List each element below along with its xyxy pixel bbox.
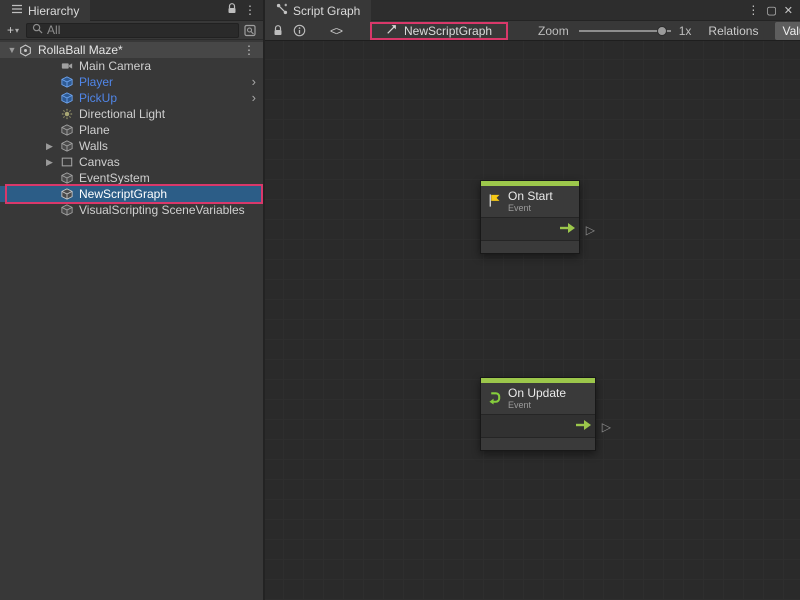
node-subtitle: Event (508, 203, 553, 213)
connection-triangle-icon[interactable]: ▷ (602, 420, 611, 434)
node-header: On Update Event (481, 383, 595, 414)
add-object-button[interactable]: + ▾ (5, 23, 21, 37)
info-icon[interactable] (293, 24, 306, 37)
scene-menu-icon[interactable]: ⋮ (243, 43, 263, 57)
hierarchy-toolbar: + ▾ All (0, 21, 263, 40)
tab-script-graph-label: Script Graph (293, 4, 360, 18)
node-header: On Start Event (481, 186, 579, 217)
prefab-chevron-icon[interactable]: › (252, 93, 263, 103)
node-footer (481, 241, 579, 253)
prefab-cube-icon (60, 91, 74, 105)
node-title: On Start (508, 190, 553, 203)
lock-icon[interactable] (273, 25, 283, 36)
scene-row[interactable]: ▼ RollaBall Maze* ⋮ (0, 42, 263, 58)
zoom-slider-handle[interactable] (657, 26, 667, 36)
node-title: On Update (508, 387, 566, 400)
canvas-icon (60, 155, 74, 169)
connection-triangle-icon[interactable]: ▷ (586, 223, 595, 237)
unity-scene-icon (18, 43, 33, 57)
graph-name-label: NewScriptGraph (404, 24, 492, 38)
item-label: Canvas (79, 155, 120, 169)
node-port-row (481, 414, 595, 438)
expand-arrow-icon[interactable]: ▶ (46, 157, 60, 168)
cube-icon (60, 123, 74, 137)
item-label: Player (79, 75, 113, 89)
hierarchy-menu-icon[interactable]: ⋮ (244, 3, 256, 17)
zoom-label: Zoom (538, 24, 569, 38)
hierarchy-search-input[interactable]: All (26, 23, 239, 38)
close-icon[interactable]: ✕ (784, 4, 793, 17)
search-icon (32, 23, 43, 37)
graph-window-controls: ⋮ ▢ ✕ (747, 0, 800, 20)
loop-icon (487, 390, 502, 408)
hierarchy-item-newscriptgraph[interactable]: NewScriptGraph (0, 186, 263, 202)
caret-down-icon: ▾ (15, 26, 19, 35)
collapse-arrow-icon[interactable]: ▼ (6, 45, 18, 55)
node-on-start[interactable]: On Start Event ▷ (480, 180, 580, 254)
script-graph-icon (276, 3, 288, 18)
zoom-slider[interactable] (579, 24, 671, 38)
graph-tabbar: Script Graph ⋮ ▢ ✕ (265, 0, 800, 21)
graph-asset-icon (386, 23, 398, 38)
hierarchy-tabbar: Hierarchy ⋮ (0, 0, 263, 21)
hierarchy-item-eventsystem[interactable]: EventSystem (0, 170, 263, 186)
scene-name: RollaBall Maze* (38, 43, 123, 57)
maximize-icon[interactable]: ▢ (766, 4, 776, 17)
item-label: EventSystem (79, 171, 150, 185)
hierarchy-item-pickup[interactable]: PickUp › (0, 90, 263, 106)
cube-icon (60, 187, 74, 201)
graph-name-box[interactable]: NewScriptGraph (370, 22, 508, 40)
item-label: Walls (79, 139, 108, 153)
light-icon (60, 107, 74, 121)
search-filter-icon[interactable] (244, 24, 258, 37)
cube-icon (60, 139, 74, 153)
code-icon[interactable]: <> (330, 24, 342, 38)
hierarchy-item-main-camera[interactable]: Main Camera (0, 58, 263, 74)
hierarchy-item-player[interactable]: Player › (0, 74, 263, 90)
tab-script-graph[interactable]: Script Graph (265, 0, 371, 21)
relations-button[interactable]: Relations (701, 22, 765, 40)
graph-menu-icon[interactable]: ⋮ (747, 3, 759, 17)
hierarchy-header-actions: ⋮ (227, 0, 263, 20)
hierarchy-tree: ▼ RollaBall Maze* ⋮ Main Camera P (0, 40, 263, 600)
camera-icon (60, 59, 74, 73)
graph-canvas[interactable]: On Start Event ▷ (265, 41, 800, 600)
item-label: NewScriptGraph (79, 187, 167, 201)
item-label: PickUp (79, 91, 117, 105)
hierarchy-item-directional-light[interactable]: Directional Light (0, 106, 263, 122)
node-subtitle: Event (508, 400, 566, 410)
expand-arrow-icon[interactable]: ▶ (46, 141, 60, 152)
prefab-chevron-icon[interactable]: › (252, 77, 263, 87)
hierarchy-item-canvas[interactable]: ▶ Canvas (0, 154, 263, 170)
tab-hierarchy-label: Hierarchy (28, 4, 79, 18)
plus-icon: + (7, 23, 14, 37)
values-button[interactable]: Values (775, 22, 800, 40)
hierarchy-item-plane[interactable]: Plane (0, 122, 263, 138)
search-placeholder: All (47, 23, 60, 37)
hierarchy-item-visualscripting-scenevariables[interactable]: VisualScripting SceneVariables (0, 202, 263, 218)
script-graph-panel: Script Graph ⋮ ▢ ✕ <> NewScriptGraph (265, 0, 800, 600)
unity-editor: Hierarchy ⋮ + ▾ All (0, 0, 800, 600)
lock-icon[interactable] (227, 3, 237, 17)
hierarchy-list-icon (11, 3, 23, 18)
node-footer (481, 438, 595, 450)
item-label: Main Camera (79, 59, 151, 73)
cube-icon (60, 203, 74, 217)
cube-icon (60, 171, 74, 185)
tab-hierarchy[interactable]: Hierarchy (0, 0, 90, 21)
item-label: Plane (79, 123, 110, 137)
output-port-arrow-icon[interactable] (575, 419, 592, 434)
flag-icon (487, 193, 502, 211)
item-label: Directional Light (79, 107, 165, 121)
hierarchy-panel: Hierarchy ⋮ + ▾ All (0, 0, 265, 600)
zoom-value: 1x (679, 24, 692, 38)
node-port-row (481, 217, 579, 241)
graph-toolbar: <> NewScriptGraph Zoom 1x Relations Valu… (265, 21, 800, 41)
item-label: VisualScripting SceneVariables (79, 203, 245, 217)
hierarchy-item-walls[interactable]: ▶ Walls (0, 138, 263, 154)
prefab-cube-icon (60, 75, 74, 89)
output-port-arrow-icon[interactable] (559, 222, 576, 237)
node-on-update[interactable]: On Update Event ▷ (480, 377, 596, 451)
